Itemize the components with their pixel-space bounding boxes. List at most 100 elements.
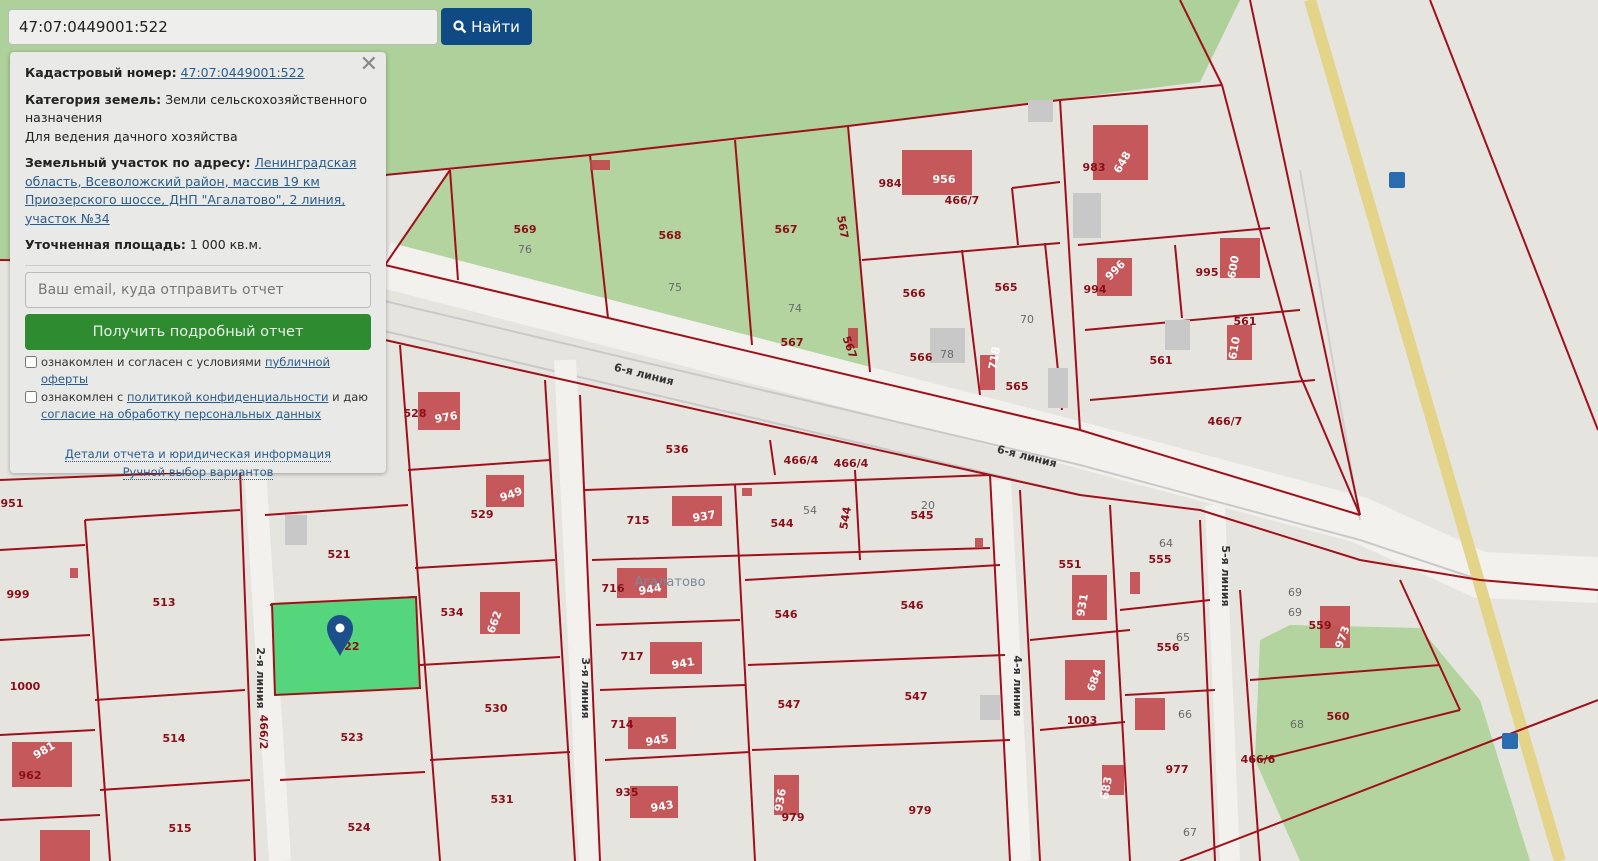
- map-label: 514: [163, 732, 186, 745]
- parcel-line: [744, 564, 1001, 581]
- parcel-line: [0, 544, 86, 551]
- outbuilding: [980, 695, 1000, 720]
- map-label: 524: [348, 821, 371, 834]
- map-label: 546: [775, 608, 798, 621]
- parcel-line: [1089, 379, 1316, 401]
- map-label: 567: [781, 336, 804, 349]
- map-label: 74: [788, 302, 802, 315]
- usage-value: Для ведения дачного хозяйства: [25, 128, 238, 144]
- map-label: 78: [940, 348, 954, 361]
- address-label: Земельный участок по адресу:: [25, 155, 251, 170]
- map-label: 67: [1183, 826, 1197, 839]
- map-label: 513: [153, 596, 176, 609]
- map-label: 536: [666, 443, 689, 456]
- map-label: 1003: [1067, 714, 1098, 727]
- parcel-line: [584, 474, 991, 491]
- map-label: 683: [1098, 776, 1115, 801]
- map-label: 979: [782, 811, 805, 824]
- cadastral-number-link[interactable]: 47:07:0449001:522: [181, 65, 305, 80]
- offer-checkbox[interactable]: [25, 355, 37, 368]
- parcel-line: [595, 619, 741, 626]
- map-label: 544: [771, 517, 794, 530]
- get-report-button[interactable]: Получить подробный отчет: [25, 313, 371, 350]
- parcel-line: [1221, 84, 1361, 516]
- find-button[interactable]: Найти: [441, 8, 532, 45]
- parcel-line: [0, 814, 101, 821]
- parcel-line: [419, 656, 561, 666]
- map-label: 551: [1059, 558, 1082, 571]
- map-label: 559: [1309, 619, 1332, 632]
- parcel-line: [1119, 599, 1211, 611]
- parcel-line: [1011, 181, 1061, 189]
- parcel-line: [1174, 244, 1183, 319]
- building: [1135, 698, 1165, 730]
- parcel-line: [961, 249, 981, 396]
- parcel-line: [0, 729, 96, 736]
- map-label: 66: [1178, 708, 1192, 721]
- building: [40, 830, 90, 861]
- outbuilding: [1073, 193, 1101, 238]
- map-label: 528: [404, 407, 427, 420]
- parcel-line: [747, 654, 1006, 666]
- privacy-text: ознакомлен с: [41, 389, 124, 404]
- map-label: 529: [471, 508, 494, 521]
- privacy-link[interactable]: политикой конфиденциальности: [127, 390, 329, 404]
- map-label: 565: [1006, 380, 1029, 393]
- map-label: 555: [1149, 553, 1172, 566]
- map-label: 466/6: [1241, 753, 1276, 766]
- parcel-line: [854, 469, 861, 561]
- category-label: Категория земель:: [25, 91, 162, 107]
- parcel-line: [1109, 504, 1131, 861]
- close-icon[interactable]: ✕: [360, 54, 378, 75]
- parcel-line: [751, 739, 1011, 751]
- map-label: 979: [909, 804, 932, 817]
- personal-data-link[interactable]: согласие на обработку персональных данны…: [41, 407, 321, 421]
- map-label: 560: [1327, 710, 1350, 723]
- building: [70, 568, 78, 578]
- offer-text: ознакомлен и согласен с условиями: [41, 354, 262, 369]
- parcel-line: [94, 689, 246, 701]
- map-label: 984: [879, 177, 902, 190]
- parcel-line: [264, 504, 409, 516]
- manual-selection-link[interactable]: Ручной выбор вариантов: [122, 464, 274, 480]
- map-label: 962: [19, 769, 42, 782]
- map-label: 999: [7, 588, 30, 601]
- parcel-line: [414, 559, 556, 569]
- cadastral-search-input[interactable]: [8, 9, 438, 45]
- map-label: 69: [1288, 586, 1302, 599]
- map-label: 534: [441, 606, 464, 619]
- map-label: 466/4: [834, 457, 869, 470]
- map-label: 64: [1159, 537, 1173, 550]
- map-label: 466/7: [945, 194, 980, 207]
- map-label: 547: [778, 698, 801, 711]
- map-label: 566: [903, 287, 926, 300]
- building: [742, 488, 752, 496]
- map-label: 561: [1234, 315, 1257, 328]
- building: [1130, 572, 1140, 594]
- map-label: 994: [1084, 283, 1107, 296]
- map-label: 1000: [10, 680, 41, 693]
- outbuilding: [1028, 100, 1053, 122]
- email-input[interactable]: [25, 271, 371, 308]
- area-label: Уточненная площадь:: [25, 237, 186, 252]
- parcel-line: [279, 771, 426, 781]
- map-label: 544: [837, 505, 854, 530]
- parcel-line: [429, 751, 571, 761]
- map-label: 5-я линия: [1219, 545, 1232, 606]
- map-label: 714: [611, 718, 634, 731]
- parcel-line: [861, 242, 1061, 261]
- details-link[interactable]: Детали отчета и юридическая информация: [64, 446, 332, 462]
- map-label: 515: [169, 822, 192, 835]
- parcel-line: [1084, 309, 1301, 331]
- parcel-line: [734, 484, 756, 861]
- map-label: 20: [921, 499, 935, 512]
- building: [975, 538, 983, 548]
- find-button-label: Найти: [471, 17, 520, 36]
- map-label: 977: [1166, 763, 1189, 776]
- map-label: 983: [1083, 161, 1106, 174]
- map-label: 566: [910, 351, 933, 364]
- parcel-line: [769, 439, 776, 476]
- parcel-line: [84, 509, 241, 521]
- map-label: 76: [518, 243, 532, 256]
- privacy-checkbox[interactable]: [25, 390, 37, 403]
